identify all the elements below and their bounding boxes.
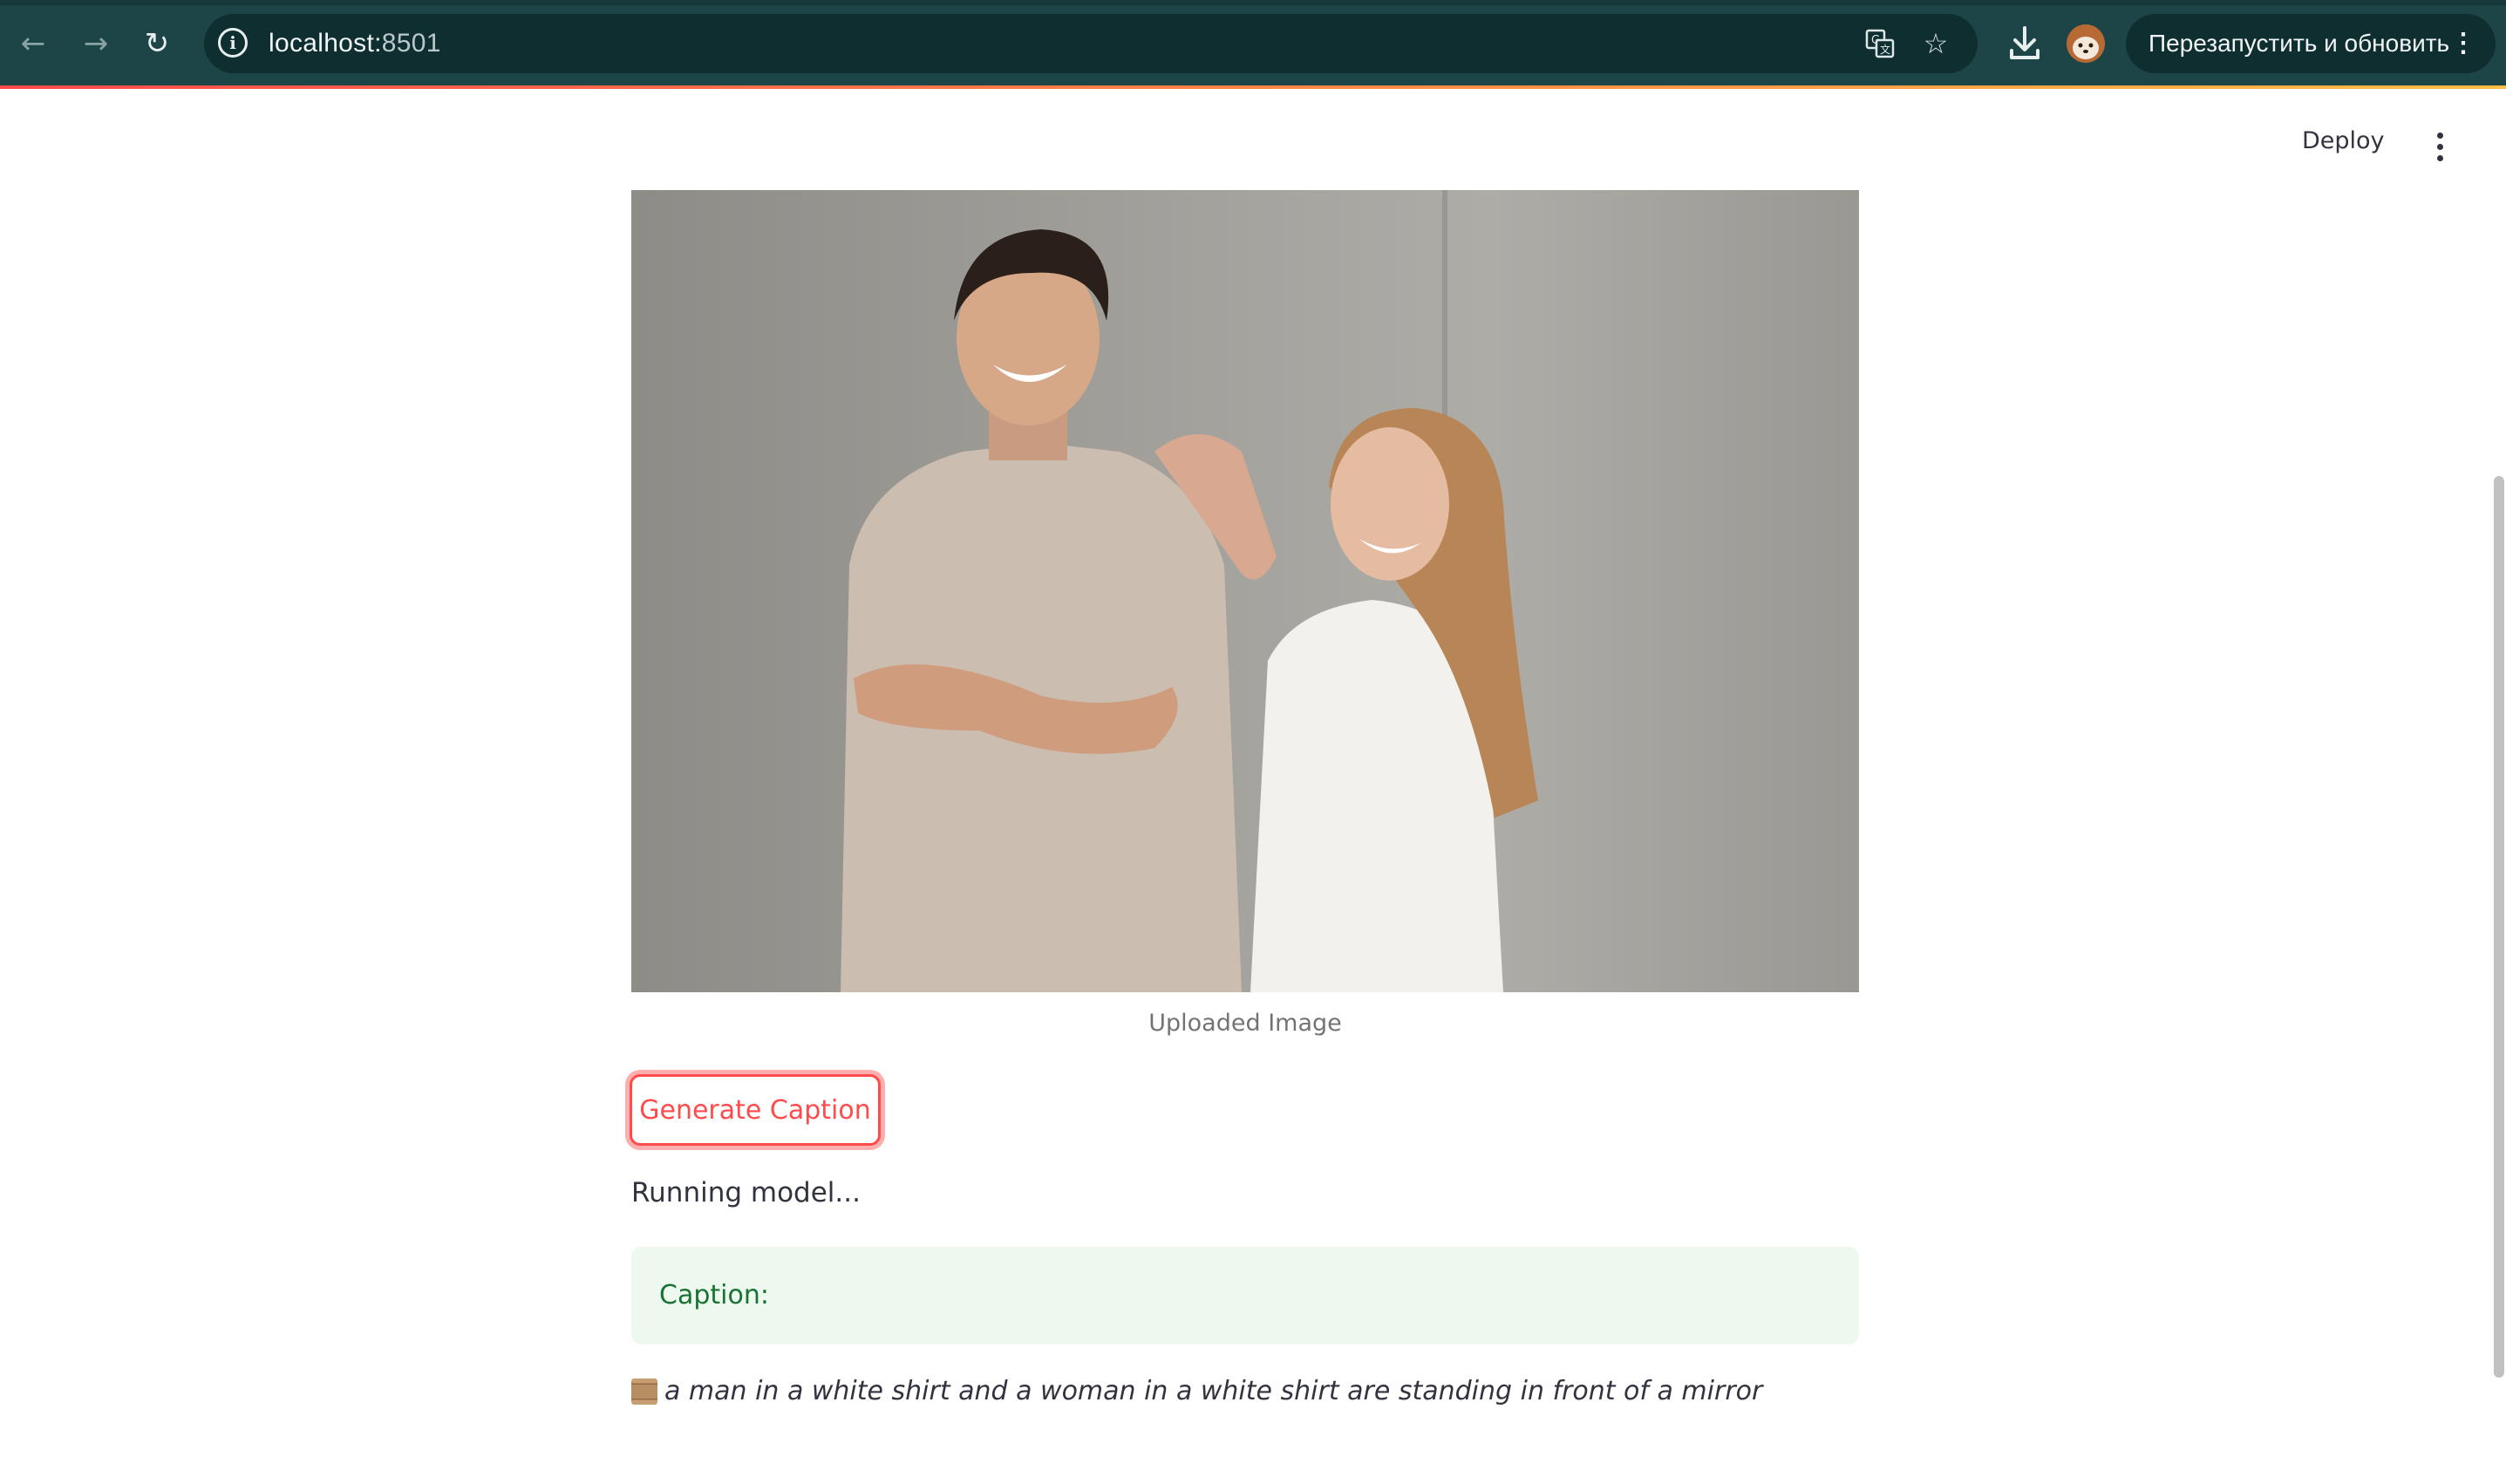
caption-result: a man in a white shirt and a woman in a … bbox=[631, 1376, 1762, 1406]
svg-text:文: 文 bbox=[1880, 43, 1890, 56]
deploy-button[interactable]: Deploy bbox=[2302, 127, 2385, 154]
site-info-icon[interactable]: i bbox=[218, 28, 248, 58]
status-text: Running model... bbox=[631, 1177, 861, 1208]
address-bar[interactable]: i localhost:8501 G 文 ☆ bbox=[204, 14, 1978, 73]
url-text[interactable]: localhost:8501 bbox=[269, 14, 441, 73]
success-label: Caption: bbox=[659, 1280, 769, 1310]
url-port: 8501 bbox=[381, 29, 441, 58]
tab-strip bbox=[0, 0, 2506, 5]
caption-result-text: a man in a white shirt and a woman in a … bbox=[664, 1376, 1763, 1406]
scrollbar[interactable] bbox=[2494, 476, 2504, 1378]
translate-icon[interactable]: G 文 bbox=[1861, 24, 1899, 63]
browser-toolbar: ← → ↻ i localhost:8501 G 文 ☆ bbox=[0, 0, 2506, 85]
back-arrow-icon[interactable]: ← bbox=[10, 21, 56, 66]
streamlit-decoration-bar bbox=[0, 85, 2506, 89]
main-menu-icon[interactable] bbox=[2422, 122, 2457, 171]
uploaded-image bbox=[631, 190, 1859, 992]
reload-icon[interactable]: ↻ bbox=[134, 21, 180, 66]
relaunch-label: Перезапустить и обновить bbox=[2148, 30, 2450, 57]
forward-arrow-icon[interactable]: → bbox=[73, 21, 119, 66]
generate-caption-button[interactable]: Generate Caption bbox=[630, 1074, 881, 1146]
chrome-menu-icon[interactable]: ⋮ bbox=[2450, 14, 2476, 73]
image-caption: Uploaded Image bbox=[1148, 1010, 1342, 1037]
bookmark-star-icon[interactable]: ☆ bbox=[1917, 24, 1955, 63]
scroll-icon bbox=[631, 1378, 657, 1405]
relaunch-update-button[interactable]: Перезапустить и обновить ⋮ bbox=[2126, 14, 2496, 73]
url-host: localhost: bbox=[269, 29, 382, 58]
success-alert: Caption: bbox=[631, 1247, 1859, 1344]
download-icon[interactable] bbox=[2004, 21, 2046, 66]
profile-avatar[interactable] bbox=[2067, 24, 2105, 63]
